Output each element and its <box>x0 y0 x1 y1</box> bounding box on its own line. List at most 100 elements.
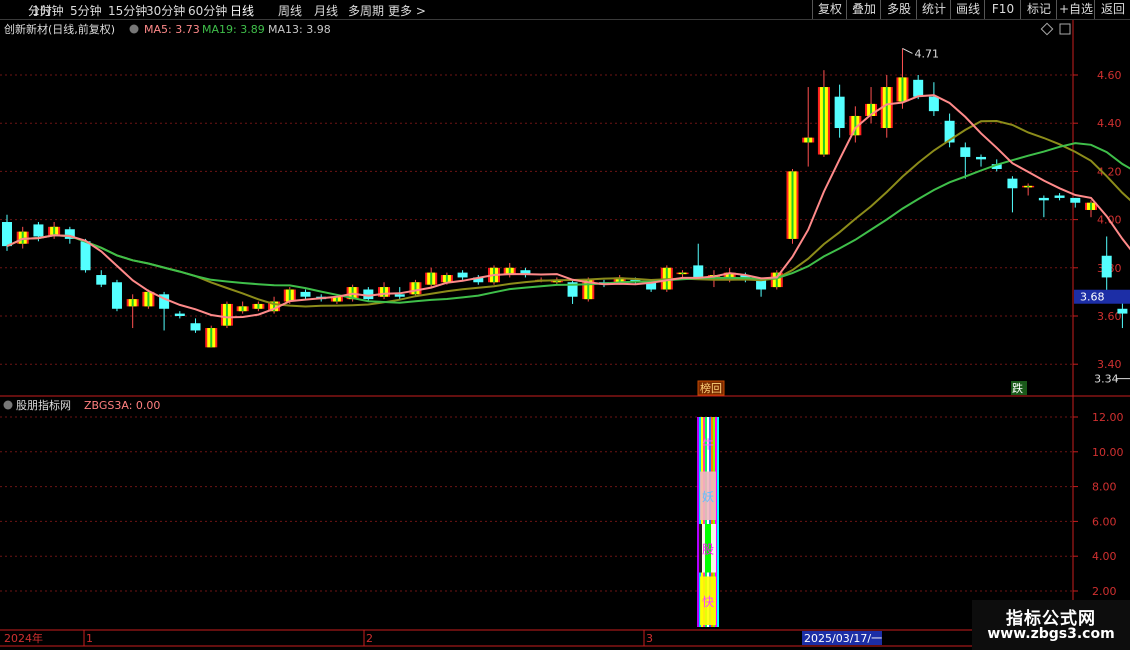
candle-body-up-core <box>288 289 291 302</box>
candle-body-up-core <box>257 303 260 309</box>
candle-body-up-core <box>681 272 684 275</box>
toolbar-btn-6[interactable]: F10 <box>984 0 1021 19</box>
indicator-tick-label-5: 4.00 <box>1092 550 1117 563</box>
tab-2[interactable]: 1分钟 <box>32 2 64 19</box>
indicator-glyph-3: 股 <box>702 542 714 556</box>
candle-body-down <box>693 265 704 278</box>
candle-body-down <box>1007 178 1018 189</box>
indicator-glyph-4: 快 <box>702 595 714 609</box>
tag-die-label: 跌 <box>1012 381 1023 395</box>
candle-body-down <box>1101 255 1112 278</box>
candle-body-up-core <box>210 328 213 348</box>
price-tick-label-1: 4.60 <box>1097 69 1122 82</box>
candle-body-down <box>1117 308 1128 314</box>
indicator-tick-label-4: 6.00 <box>1092 515 1117 528</box>
candle-body-down <box>394 294 405 297</box>
candle-body-up-core <box>225 303 228 326</box>
candle-body-down <box>834 96 845 129</box>
candle-body-up-core <box>445 275 448 283</box>
toolbar-btn-1[interactable]: 复权 <box>812 0 847 19</box>
high-marker-label: 4.71 <box>914 47 939 60</box>
indicator-glyph-2: 妖 <box>702 490 714 504</box>
toolbar-btn-5[interactable]: 画线 <box>950 0 985 19</box>
tag-bang-label: 榜回 <box>700 381 722 395</box>
indicator-tick-label-2: 10.00 <box>1092 446 1124 459</box>
indicator-collapse-icon <box>3 400 13 410</box>
time-label-1: 2024年 <box>4 631 43 645</box>
ma13-label: MA13: 3.98 <box>268 23 331 36</box>
tab-6[interactable]: 60分钟 <box>188 2 227 19</box>
candle-body-up-core <box>854 115 857 136</box>
indicator-tick-label-6: 2.00 <box>1092 585 1117 598</box>
candle-body-up-core <box>383 287 386 297</box>
low-marker-label: 3.34 <box>1094 373 1119 386</box>
stock-chart: 4.604.404.204.003.803.603.4012.0010.008.… <box>0 20 1130 647</box>
ma19-label: MA19: 3.89 <box>202 23 265 36</box>
candle-body-up-core <box>131 299 134 307</box>
collapse-icon <box>129 24 139 34</box>
toolbar-btn-8[interactable]: +自选 <box>1056 0 1095 19</box>
candle-body-down <box>1038 197 1049 201</box>
time-label-3: 2 <box>366 632 373 645</box>
tab-8[interactable]: 周线 <box>278 2 302 19</box>
indicator-glyph-1: 牛 <box>702 436 714 451</box>
indicator-stripe <box>697 417 699 627</box>
indicator-tick-label-1: 12.00 <box>1092 411 1124 424</box>
candle-body-up-core <box>807 137 810 143</box>
period-toolbar: 分时 1分钟 5分钟 15分钟 30分钟 60分钟 日线 周线 月线 多周期 更多 > 复权 叠加 多股统… <box>0 0 1130 20</box>
candle-body-up-core <box>241 306 244 312</box>
candle-body-down <box>960 147 971 157</box>
candle-body-up-core <box>1089 202 1092 210</box>
price-tick-label-7: 3.40 <box>1097 358 1122 371</box>
candle-body-down <box>457 272 468 278</box>
high-marker-arrow <box>902 48 913 54</box>
toolbar-btn-4[interactable]: 统计 <box>916 0 951 19</box>
candle-body-down <box>111 282 122 309</box>
candle-body-up-core <box>430 272 433 285</box>
candle-body-up-core <box>901 77 904 102</box>
indicator-tick-label-3: 8.00 <box>1092 481 1117 494</box>
indicator-title: 股朋指标网 <box>16 398 71 412</box>
tab-3[interactable]: 5分钟 <box>70 2 102 19</box>
candle-body-down <box>1070 197 1081 203</box>
candle-body-up-core <box>1027 185 1030 188</box>
toolbar-btn-9[interactable]: 返回 <box>1094 0 1130 19</box>
candle-body-down <box>976 156 987 160</box>
indicator-value-label: ZBGS3A: 0.00 <box>84 399 160 412</box>
panel-toggle-icon <box>1059 23 1071 35</box>
tab-4[interactable]: 15分钟 <box>108 2 147 19</box>
candle-body-down <box>174 313 185 316</box>
toolbar-btn-2[interactable]: 叠加 <box>846 0 881 19</box>
candle-body-up-core <box>885 87 888 129</box>
toolbar-btn-3[interactable]: 多股 <box>880 0 917 19</box>
candle-body-down <box>80 241 91 271</box>
candle-body-up-core <box>791 171 794 239</box>
candle-body-down <box>363 289 374 300</box>
time-label-4: 3 <box>646 632 653 645</box>
ma5-label: MA5: 3.73 <box>144 23 200 36</box>
tab-7[interactable]: 日线 <box>230 2 254 19</box>
stock-title: 创新新材(日线,前复权) <box>4 22 115 36</box>
price-tick-label-3: 4.20 <box>1097 165 1122 178</box>
candle-body-down <box>756 279 767 290</box>
tab-11[interactable]: 更多 > <box>388 2 426 19</box>
candle-body-down <box>2 222 12 247</box>
candle-body-up-core <box>822 87 825 155</box>
cursor-date-label: 2025/03/17/一 <box>804 632 882 645</box>
tab-9[interactable]: 月线 <box>314 2 338 19</box>
candle-body-up-core <box>414 282 417 295</box>
tab-10[interactable]: 多周期 <box>348 2 384 19</box>
candle-body-down <box>300 291 311 297</box>
candle-body-up-core <box>147 291 150 307</box>
candle-body-down <box>913 79 924 97</box>
tab-5[interactable]: 30分钟 <box>146 2 185 19</box>
candle-body-down <box>928 96 939 112</box>
indicator-stripe <box>717 417 719 627</box>
candle-body-down <box>33 224 44 237</box>
candle-body-up-core <box>21 231 24 244</box>
toolbar-btn-7[interactable]: 标记 <box>1020 0 1057 19</box>
site-watermark-logo: 指标公式网 www.zbgs3.com <box>972 600 1130 650</box>
candle-body-up-core <box>775 272 778 288</box>
current-price-label: 3.68 <box>1080 291 1105 304</box>
candle-body-down <box>1054 195 1065 198</box>
